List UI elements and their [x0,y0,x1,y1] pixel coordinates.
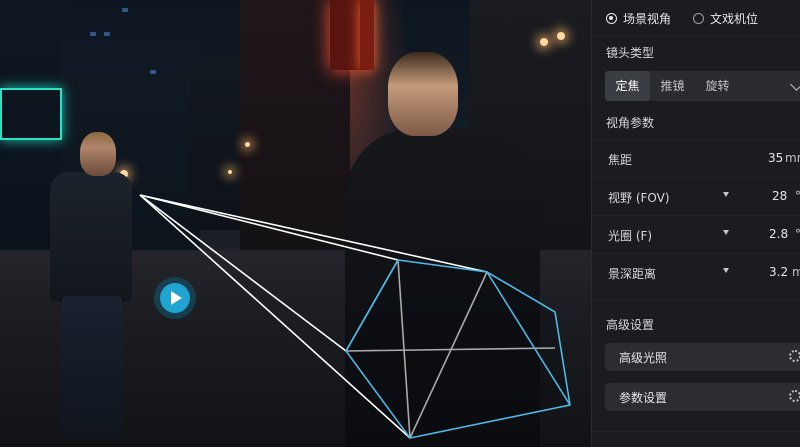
param-label: 焦距 [608,153,633,167]
app-window: 场景视角 文戏机位 镜头类型 定焦 推镜 旋转 视角参数 焦距 35 mm 视野… [0,0,800,447]
tab-prime[interactable]: 定焦 [605,71,650,101]
lens-type-tabs: 定焦 推镜 旋转 [605,71,800,101]
view-mode-selector: 场景视角 文戏机位 [606,6,800,30]
advanced-settings-heading: 高级设置 [606,318,655,332]
param-value[interactable]: 2.8 [769,227,788,241]
button-label: 参数设置 [619,391,668,405]
param-label: 视野 (FOV) [608,191,670,205]
mode-label: 场景视角 [623,11,672,26]
param-value[interactable]: 28 [772,189,787,203]
radio-unselected-icon [693,12,705,24]
param-row-focal-length: 焦距 35 mm [592,139,800,178]
dropdown-arrow-icon[interactable] [723,230,729,235]
divider [592,300,800,301]
tab-rotate[interactable]: 旋转 [695,71,740,101]
mode-label: 文戏机位 [710,11,759,26]
mode-option-scene-view[interactable]: 场景视角 [606,10,671,27]
param-row-dof-distance: 景深距离 3.2 m [592,253,800,292]
dropdown-arrow-icon[interactable] [723,192,729,197]
param-row-fov: 视野 (FOV) 28 ° [592,177,800,216]
view-params-heading: 视角参数 [606,116,655,130]
param-unit: ° [795,227,800,241]
param-value[interactable]: 35 [768,151,783,165]
chevron-down-icon[interactable] [790,78,800,91]
param-value[interactable]: 3.2 [769,265,788,279]
advanced-lighting-button[interactable]: 高级光照 [605,343,800,371]
parameter-settings-button[interactable]: 参数设置 [605,383,800,411]
param-unit: ° [795,189,800,203]
divider [592,35,800,36]
param-label: 光圈 (F) [608,229,653,243]
play-button-inner [160,283,190,313]
gear-icon [789,390,800,402]
play-button[interactable] [154,277,196,319]
gear-icon [789,350,800,362]
param-label: 景深距离 [608,267,657,281]
radio-selected-icon [606,12,617,24]
button-label: 高级光照 [619,351,668,365]
scene-viewport[interactable] [0,0,591,447]
param-unit: m [792,265,800,279]
dropdown-arrow-icon[interactable] [723,268,729,273]
param-unit: mm [785,151,800,165]
play-icon [171,291,182,305]
lens-type-heading: 镜头类型 [606,46,655,60]
camera-properties-panel: 场景视角 文戏机位 镜头类型 定焦 推镜 旋转 视角参数 焦距 35 mm 视野… [591,0,800,447]
divider [592,431,800,432]
tab-dolly[interactable]: 推镜 [650,71,695,101]
param-row-aperture: 光圈 (F) 2.8 ° [592,215,800,254]
mode-option-dialogue-camera[interactable]: 文戏机位 [693,10,758,27]
camera-frustum-overlay[interactable] [0,0,591,447]
